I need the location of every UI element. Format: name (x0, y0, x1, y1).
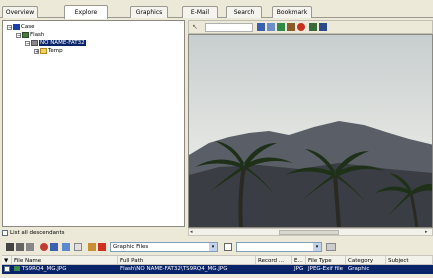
list-all-descendants-checkbox[interactable] (2, 230, 8, 236)
table-header: ▼ File Name Full Path Record ... E... Fi… (2, 255, 433, 266)
stop-icon[interactable] (297, 23, 305, 31)
fit-icon[interactable] (277, 23, 285, 31)
case-icon (13, 24, 20, 30)
scroll-thumb[interactable] (279, 230, 339, 235)
tree-label: Case (21, 24, 35, 30)
list-all-descendants-label: List all descendants (10, 230, 65, 236)
tree-node-flash[interactable]: − Flash (16, 32, 44, 38)
column-header-label: Full Path (120, 258, 144, 264)
chevron-down-icon[interactable]: ▾ (313, 243, 321, 251)
file-filter-value: Graphic Files (113, 244, 149, 250)
tab-label: Search (233, 9, 255, 16)
cell-full-path: Flash\NO NAME-FAT32\TS9RQ4_MG.JPG (120, 266, 228, 272)
scroll-left-icon[interactable]: ◂ (190, 230, 195, 235)
tab-overview[interactable]: Overview (2, 6, 38, 18)
scroll-right-icon[interactable]: ▸ (425, 230, 430, 235)
list-all-descendants[interactable]: List all descendants (2, 228, 185, 238)
copy-icon[interactable] (74, 243, 82, 251)
tab-graphics[interactable]: Graphics (130, 6, 168, 18)
minus-icon[interactable]: − (25, 40, 30, 46)
tab-label: Bookmark (276, 9, 308, 16)
go-icon[interactable] (326, 243, 336, 251)
drive-icon (22, 32, 29, 38)
cell-subject (386, 265, 433, 274)
category-icon[interactable] (98, 243, 106, 251)
file-tree[interactable]: − Case − Flash − NO NAME-FAT32 + Temp (2, 20, 185, 227)
zoom-out-icon[interactable] (267, 23, 275, 31)
cell-file-name: TS9RQ4_MG.JPG (12, 265, 118, 274)
column-header-label: Record ... (258, 258, 284, 264)
tree-label: Flash (30, 32, 45, 38)
tab-search[interactable]: Search (226, 6, 262, 18)
pointer-icon[interactable]: ↖ (192, 23, 200, 31)
file-name-text: TS9RQ4_MG.JPG (21, 266, 67, 272)
column-filter-icon[interactable] (224, 243, 232, 251)
table-toolbar: Graphic Files ▾ ▾ (0, 240, 433, 254)
folder-icon (40, 48, 47, 54)
column-header-label: Category (348, 258, 374, 264)
image-icon (14, 266, 20, 271)
plus-icon[interactable]: + (34, 48, 39, 54)
cell-file-type: JPEG-Exif file (308, 266, 343, 272)
heart-icon[interactable] (88, 243, 96, 251)
rotate-icon[interactable] (309, 23, 317, 31)
viewer-toolbar: ↖ (188, 20, 433, 34)
column-header-label: E... (294, 258, 303, 264)
cell-category: Graphic (348, 266, 370, 272)
column-header-label: Subject (388, 258, 409, 264)
cell-record (256, 265, 292, 274)
export-icon[interactable] (62, 243, 70, 251)
tree-node-case[interactable]: − Case (7, 24, 34, 30)
tab-label: E-Mail (190, 9, 210, 16)
tree-label: Temp (48, 48, 63, 54)
list-view-icon[interactable] (16, 243, 24, 251)
tab-bookmark[interactable]: Bookmark (272, 6, 312, 18)
tab-label: Overview (5, 9, 35, 16)
horizontal-scrollbar[interactable]: ◂ ▸ (188, 228, 433, 236)
tab-email[interactable]: E-Mail (182, 6, 218, 18)
image-viewer[interactable] (188, 34, 433, 228)
tab-label: Graphics (135, 9, 163, 16)
table-row[interactable]: TS9RQ4_MG.JPG Flash\NO NAME-FAT32\TS9RQ4… (2, 265, 433, 274)
tab-bar: Overview Explore Graphics E-Mail Search … (0, 0, 433, 19)
tab-explore[interactable]: Explore (64, 5, 108, 19)
tree-node-volume[interactable]: − NO NAME-FAT32 (25, 40, 86, 46)
row-checkbox[interactable] (4, 266, 10, 272)
row-checkbox-cell[interactable] (2, 265, 12, 274)
tab-label: Explore (74, 9, 98, 16)
tree-label: NO NAME-FAT32 (39, 40, 86, 46)
filter-icon[interactable] (40, 243, 48, 251)
photo-preview (189, 35, 432, 227)
column-header-label: File Name (14, 258, 42, 264)
tree-node-temp[interactable]: + Temp (34, 48, 63, 54)
chevron-down-icon[interactable]: ▾ (209, 243, 217, 251)
file-filter-combo[interactable]: Graphic Files ▾ (110, 242, 218, 252)
column-header-label: File Type (308, 258, 332, 264)
zoom-combo[interactable] (205, 23, 253, 32)
drive-icon (31, 40, 38, 46)
rotate-icon[interactable] (319, 23, 327, 31)
zoom-in-icon[interactable] (257, 23, 265, 31)
grid-icon[interactable] (287, 23, 295, 31)
search-combo[interactable]: ▾ (236, 242, 322, 252)
bookmark-icon[interactable] (50, 243, 58, 251)
minus-icon[interactable]: − (7, 24, 12, 30)
minus-icon[interactable]: − (16, 32, 21, 38)
cell-ext: JPG (294, 266, 304, 272)
details-view-icon[interactable] (6, 243, 14, 251)
columns-icon[interactable] (26, 243, 34, 251)
